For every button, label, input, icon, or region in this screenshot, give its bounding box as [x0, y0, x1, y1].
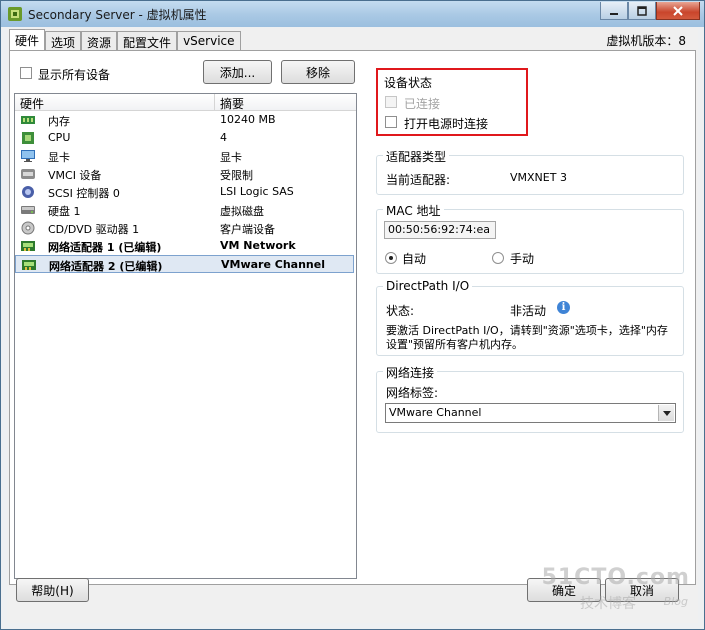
- dropdown-button[interactable]: [658, 405, 674, 421]
- hardware-name: 网络适配器 1 (已编辑): [48, 241, 162, 254]
- directpath-title: DirectPath I/O: [383, 279, 473, 293]
- hardware-row-vmci[interactable]: VMCI 设备 受限制: [15, 165, 354, 183]
- directpath-status-label: 状态:: [386, 304, 415, 318]
- hardware-name: 网络适配器 2 (已编辑): [49, 260, 163, 273]
- hardware-row-hard-disk[interactable]: 硬盘 1 虚拟磁盘: [15, 201, 354, 219]
- network-icon: [21, 241, 35, 251]
- help-button[interactable]: 帮助(H): [16, 578, 89, 602]
- hardware-summary: 显卡: [220, 151, 242, 164]
- tab-resources[interactable]: 资源: [81, 31, 118, 52]
- hardware-summary: 虚拟磁盘: [220, 205, 264, 218]
- maximize-button[interactable]: [628, 2, 656, 20]
- mac-manual-radio[interactable]: [492, 252, 504, 264]
- watermark-line2: 技术博客: [580, 596, 636, 612]
- hardware-name: CD/DVD 驱动器 1: [48, 223, 140, 236]
- hardware-summary: 4: [220, 131, 227, 144]
- tab-profiles[interactable]: 配置文件: [117, 31, 178, 52]
- hardware-name: 显卡: [48, 151, 70, 164]
- hardware-row-network-adapter-2[interactable]: 网络适配器 2 (已编辑) VMware Channel: [15, 255, 354, 273]
- network-icon: [22, 260, 36, 270]
- cd-icon: [21, 221, 35, 235]
- hardware-list: 硬件 摘要 内存 10240 MB CPU 4 显卡 显卡 VMCI 设备 受限…: [14, 93, 357, 579]
- hardware-summary: 10240 MB: [220, 113, 276, 126]
- hardware-summary: 受限制: [220, 169, 253, 182]
- info-icon[interactable]: i: [557, 301, 570, 314]
- network-label-selected: VMware Channel: [389, 406, 482, 419]
- hardware-summary: VMware Channel: [221, 258, 325, 271]
- hardware-row-memory[interactable]: 内存 10240 MB: [15, 111, 354, 129]
- network-label-caption: 网络标签:: [386, 386, 439, 400]
- mac-address-group: MAC 地址 00:50:56:92:74:ea 自动 手动: [376, 202, 684, 274]
- tab-vservice[interactable]: vService: [177, 31, 241, 52]
- memory-icon: [21, 116, 35, 124]
- vm-app-icon: [8, 7, 22, 21]
- network-label-select[interactable]: VMware Channel: [385, 403, 676, 423]
- mac-address-title: MAC 地址: [383, 202, 444, 219]
- mac-auto-label: 自动: [402, 252, 427, 266]
- hardware-name: VMCI 设备: [48, 169, 102, 182]
- hardware-name: CPU: [48, 131, 71, 144]
- hardware-row-network-adapter-1[interactable]: 网络适配器 1 (已编辑) VM Network: [15, 237, 354, 255]
- hardware-list-header: 硬件 摘要: [15, 94, 356, 111]
- minimize-icon: [610, 12, 618, 15]
- display-icon: [21, 150, 35, 162]
- close-icon: [673, 5, 683, 16]
- highlight-box: [376, 68, 528, 136]
- chevron-down-icon: [662, 410, 671, 416]
- watermark-line1: 51CTO.com: [541, 565, 690, 590]
- hardware-summary: 客户端设备: [220, 223, 275, 236]
- watermark-line3: Blog: [663, 595, 688, 608]
- mac-manual-label: 手动: [510, 252, 535, 266]
- column-header-hardware[interactable]: 硬件: [20, 95, 44, 112]
- hardware-summary: VM Network: [220, 239, 296, 252]
- adapter-type-title: 适配器类型: [383, 148, 450, 165]
- watermark: 51CTO.com 技术博客 Blog: [542, 565, 690, 615]
- dialog-content: 硬件 选项 资源 配置文件 vService 虚拟机版本：8 显示所有设备 添加…: [7, 28, 698, 623]
- adapter-type-group: 适配器类型 当前适配器: VMXNET 3: [376, 148, 684, 195]
- tab-options[interactable]: 选项: [45, 31, 82, 52]
- mac-auto-radio[interactable]: [385, 252, 397, 264]
- disk-icon: [21, 206, 35, 214]
- show-all-devices-checkbox[interactable]: [20, 67, 32, 79]
- hardware-row-video-card[interactable]: 显卡 显卡: [15, 147, 354, 165]
- maximize-icon: [637, 5, 647, 16]
- current-adapter-label: 当前适配器:: [386, 173, 451, 187]
- hardware-tab-panel: 显示所有设备 添加... 移除 硬件 摘要 内存 10240 MB CPU 4: [9, 50, 696, 585]
- network-connection-title: 网络连接: [383, 364, 438, 381]
- hardware-row-cd-dvd[interactable]: CD/DVD 驱动器 1 客户端设备: [15, 219, 354, 237]
- hardware-row-cpu[interactable]: CPU 4: [15, 129, 354, 147]
- hardware-row-scsi-controller[interactable]: SCSI 控制器 0 LSI Logic SAS: [15, 183, 354, 201]
- directpath-note: 要激活 DirectPath I/O，请转到"资源"选项卡，选择"内存设置"预留…: [386, 324, 668, 351]
- cpu-icon: [22, 132, 34, 144]
- window-title: Secondary Server - 虚拟机属性: [28, 8, 207, 22]
- directpath-group: DirectPath I/O 状态: 非活动 i 要激活 DirectPath …: [376, 279, 684, 356]
- hardware-name: 硬盘 1: [48, 205, 81, 218]
- hardware-name: SCSI 控制器 0: [48, 187, 120, 200]
- close-window-button[interactable]: [656, 2, 700, 20]
- directpath-status-value: 非活动: [510, 304, 547, 318]
- vm-version-label: 虚拟机版本：8: [606, 34, 686, 48]
- network-connection-group: 网络连接 网络标签: VMware Channel: [376, 364, 684, 433]
- vmci-icon: [21, 169, 35, 179]
- hardware-summary: LSI Logic SAS: [220, 185, 294, 198]
- mac-address-field[interactable]: 00:50:56:92:74:ea: [384, 221, 496, 239]
- current-adapter-value: VMXNET 3: [510, 171, 567, 184]
- vm-properties-window: Secondary Server - 虚拟机属性 硬件 选项 资源 配置文件 v…: [0, 0, 705, 630]
- hardware-name: 内存: [48, 115, 70, 128]
- title-bar[interactable]: Secondary Server - 虚拟机属性: [1, 1, 704, 27]
- column-header-summary[interactable]: 摘要: [220, 95, 244, 112]
- add-button[interactable]: 添加...: [203, 60, 272, 84]
- column-divider[interactable]: [214, 94, 215, 110]
- minimize-button[interactable]: [600, 2, 628, 20]
- scsi-icon: [22, 186, 34, 198]
- show-all-devices-label: 显示所有设备: [38, 68, 111, 82]
- remove-button[interactable]: 移除: [281, 60, 355, 84]
